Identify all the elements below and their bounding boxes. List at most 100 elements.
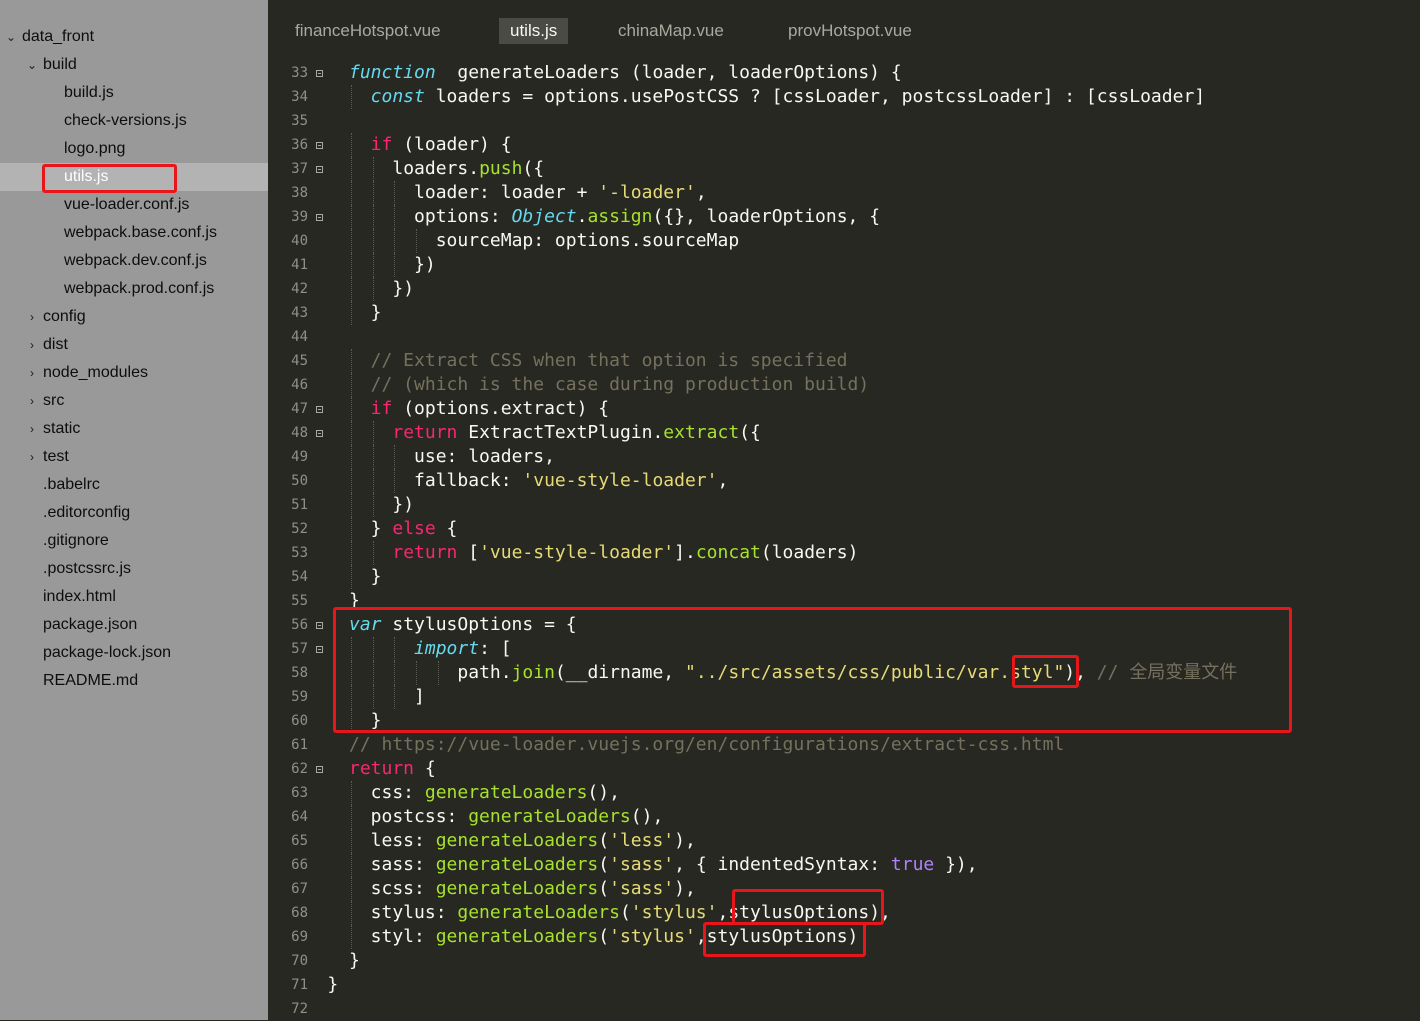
code-line[interactable]: } else { [371,517,458,541]
tab-chinamap-vue[interactable]: chinaMap.vue [607,18,735,44]
tree-item-logo-png[interactable]: logo.png [0,135,268,163]
tree-item-static[interactable]: › static [0,415,268,443]
code-line[interactable]: return ['vue-style-loader'].concat(loade… [392,541,858,565]
code-line[interactable]: use: loaders, [414,445,555,469]
indent-guide [351,373,352,397]
code-token: ]. [674,542,696,563]
fold-toggle-icon[interactable] [316,142,323,149]
code-line[interactable]: if (loader) { [371,133,512,157]
tree-item-dist[interactable]: › dist [0,331,268,359]
chevron-right-icon[interactable]: › [26,415,38,443]
code-line[interactable]: } [371,565,382,589]
code-line[interactable]: } [349,949,360,973]
tree-item-config[interactable]: › config [0,303,268,331]
indent-guide [351,781,352,805]
fold-toggle-icon[interactable] [316,766,323,773]
line-number: 61 [291,737,308,753]
fold-toggle-icon[interactable] [316,70,323,77]
code-line[interactable]: const loaders = options.usePostCSS ? [cs… [371,85,1205,109]
indent-guide [351,277,352,301]
tree-item-webpack-prod-conf-js[interactable]: webpack.prod.conf.js [0,275,268,303]
code-editor[interactable]: 33 function generateLoaders (loader, load… [268,58,1420,1020]
tree-item-editorconfig[interactable]: .editorconfig [0,499,268,527]
tree-item-src[interactable]: › src [0,387,268,415]
code-line[interactable]: return { [349,757,436,781]
code-token: sourceMap: options.sourceMap [435,230,740,251]
tree-item-check-versions-js[interactable]: check-versions.js [0,107,268,135]
fold-toggle-icon[interactable] [316,646,323,653]
tree-item-webpack-dev-conf-js[interactable]: webpack.dev.conf.js [0,247,268,275]
code-line[interactable]: fallback: 'vue-style-loader', [414,469,728,493]
code-line[interactable]: sourceMap: options.sourceMap [436,229,739,253]
tree-item-gitignore[interactable]: .gitignore [0,527,268,555]
tree-item-package-json[interactable]: package.json [0,611,268,639]
tab-provhotspot-vue[interactable]: provHotspot.vue [777,18,923,44]
tree-item-index-html[interactable]: index.html [0,583,268,611]
code-line[interactable]: // https://vue-loader.vuejs.org/en/confi… [349,733,1064,757]
code-line[interactable]: }) [414,253,436,277]
chevron-right-icon[interactable]: › [26,387,38,415]
code-line[interactable]: } [327,973,338,997]
code-line[interactable]: css: generateLoaders(), [371,781,620,805]
tree-item-build[interactable]: ⌄ build [0,51,268,79]
fold-toggle-icon[interactable] [316,622,323,629]
code-line[interactable]: loaders.push({ [392,157,544,181]
indent-guide [372,253,374,277]
chevron-right-icon[interactable]: › [26,359,38,387]
code-line[interactable]: if (options.extract) { [371,397,609,421]
tree-item-postcssrc-js[interactable]: .postcssrc.js [0,555,268,583]
code-token: } [370,566,382,587]
fold-toggle-icon[interactable] [316,406,323,413]
fold-toggle-icon[interactable] [316,430,323,437]
code-line[interactable]: }) [392,277,414,301]
code-line[interactable]: // Extract CSS when that option is speci… [371,349,848,373]
code-token: (options.extract) { [392,398,610,419]
code-line[interactable]: return ExtractTextPlugin.extract({ [392,421,760,445]
tree-item-readme-md[interactable]: README.md [0,667,268,695]
code-token: } [349,950,360,971]
file-explorer-sidebar: ⌄ data_front ⌄ build build.js check-versions.… [0,0,268,1020]
tree-item-webpack-base-conf-js[interactable]: webpack.base.conf.js [0,219,268,247]
tree-item-babelrc[interactable]: .babelrc [0,471,268,499]
tree-item-node-modules[interactable]: › node_modules [0,359,268,387]
tree-item-test[interactable]: › test [0,443,268,471]
code-token: ( [598,854,610,875]
line-number: 47 [291,401,308,417]
tree-item-package-lock-json[interactable]: package-lock.json [0,639,268,667]
tree-item-build-js[interactable]: build.js [0,79,268,107]
chevron-right-icon[interactable]: › [26,303,38,331]
code-token: fallback: [414,470,523,491]
code-line[interactable]: scss: generateLoaders('sass'), [371,877,696,901]
code-line[interactable]: sass: generateLoaders('sass', { indented… [371,853,978,877]
code-token: , [717,470,729,491]
fold-toggle-icon[interactable] [316,166,323,173]
tree-item-data-front[interactable]: ⌄ data_front [0,23,268,51]
code-line[interactable]: }) [392,493,414,517]
tree-item-label: .postcssrc.js [43,560,132,577]
code-line[interactable]: postcss: generateLoaders(), [371,805,664,829]
code-line[interactable]: // (which is the case during production … [371,373,870,397]
chevron-down-icon[interactable]: ⌄ [5,23,17,51]
line-number: 68 [291,905,308,921]
fold-toggle-icon[interactable] [316,214,323,221]
code-line[interactable]: less: generateLoaders('less'), [371,829,696,853]
code-line[interactable]: options: Object.assign({}, loaderOptions… [414,205,880,229]
tree-item-vue-loader-conf-js[interactable]: vue-loader.conf.js [0,191,268,219]
chevron-right-icon[interactable]: › [26,443,38,471]
tree-item-label: config [43,308,86,325]
code-token: 'sass' [609,878,675,899]
tab-utils-js[interactable]: utils.js [499,18,569,44]
code-token: 'sass' [609,854,675,875]
chevron-right-icon[interactable]: › [26,331,38,359]
tree-item-label: .gitignore [43,532,109,549]
code-line[interactable]: function generateLoaders (loader, loader… [349,61,902,85]
code-line[interactable]: loader: loader + '-loader', [414,181,707,205]
indent-guide [372,229,374,253]
tree-item-label: webpack.prod.conf.js [64,280,215,297]
chevron-down-icon[interactable]: ⌄ [26,51,38,79]
code-token: } [327,974,339,995]
code-line[interactable]: } [371,301,382,325]
line-number: 63 [291,785,308,801]
tab-financehotspot-vue[interactable]: financeHotspot.vue [284,18,452,44]
code-token: ), [674,878,696,899]
